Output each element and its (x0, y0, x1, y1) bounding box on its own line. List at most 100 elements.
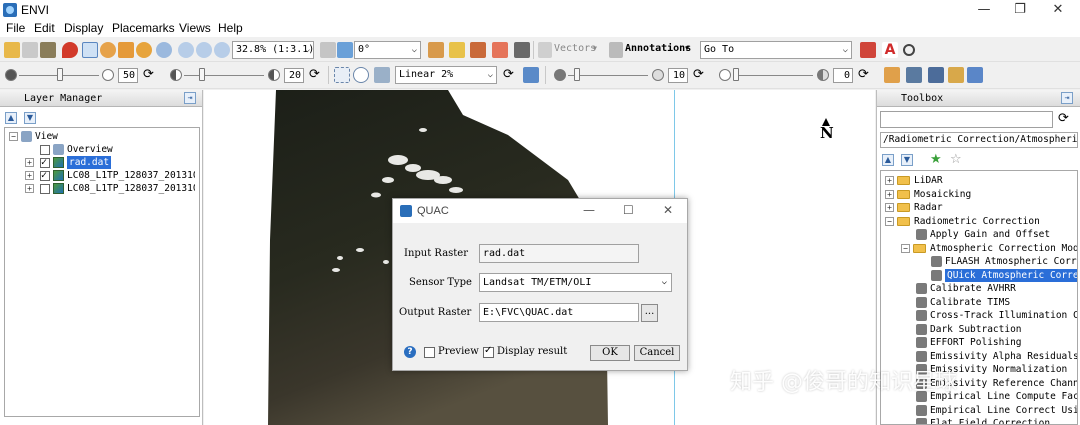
zoom-in-icon[interactable] (178, 42, 194, 58)
browse-button[interactable]: ... (641, 304, 658, 322)
portal-icon[interactable] (884, 67, 900, 83)
roi-icon[interactable] (334, 67, 350, 83)
help-icon[interactable]: ? (404, 346, 416, 358)
close-button[interactable]: ✕ (1040, 0, 1076, 20)
toolbox-item-effort[interactable]: EFFORT Polishing (881, 336, 1077, 349)
toolbox-search-input[interactable] (880, 111, 1053, 128)
view-icon[interactable] (906, 67, 922, 83)
refresh-icon[interactable]: ⟳ (503, 67, 519, 83)
expand-toggle-icon[interactable]: + (885, 203, 894, 212)
transparency-slider-track[interactable] (733, 75, 813, 76)
toolbox-item-calibrate-tims[interactable]: Calibrate TIMS (881, 296, 1077, 309)
close-button[interactable]: ✕ (663, 203, 673, 217)
toolbox-item-quac[interactable]: QUick Atmospheric Correction (881, 268, 1077, 282)
sharpen-value[interactable]: 10 (668, 68, 688, 83)
reset-icon[interactable]: ⟳ (858, 67, 874, 83)
input-raster-field[interactable]: rad.dat (479, 244, 639, 263)
blend-icon[interactable] (967, 67, 983, 83)
zoom-fit-icon[interactable] (214, 42, 230, 58)
sharpen-slider-thumb[interactable] (574, 68, 580, 81)
refresh-icon[interactable]: ⟳ (1058, 111, 1069, 126)
tree-node-lc08-a[interactable]: + LC08_L1TP_128037_20131006_ (5, 169, 195, 182)
search-icon[interactable] (903, 44, 915, 56)
crosshair-icon[interactable] (428, 42, 444, 58)
zoom-out-icon[interactable] (196, 42, 212, 58)
flicker-icon[interactable] (928, 67, 944, 83)
arcgis-icon[interactable]: A (882, 42, 898, 58)
reset-icon[interactable]: ⟳ (309, 67, 325, 83)
collapse-toggle-icon[interactable]: − (901, 243, 910, 253)
open-file-icon[interactable] (4, 42, 20, 58)
expand-toggle-icon[interactable]: + (885, 189, 894, 199)
rotate-icon[interactable] (136, 42, 152, 58)
tree-node-rad-dat[interactable]: + rad.dat (5, 156, 195, 169)
annotations-icon[interactable] (609, 42, 623, 58)
toolbox-item-flaash[interactable]: FLAASH Atmospheric Correction (881, 255, 1077, 268)
sensor-type-select[interactable]: Landsat TM/ETM/OLI ⌵ (479, 273, 672, 292)
contrast-value[interactable]: 20 (284, 68, 304, 83)
toolbox-item-flat-field[interactable]: Flat Field Correction (881, 417, 1077, 424)
placemark-icon[interactable] (62, 42, 78, 58)
histogram-icon[interactable] (523, 67, 539, 83)
measure-icon[interactable] (470, 42, 486, 58)
crosshair-target-icon[interactable] (353, 67, 369, 83)
toolbox-item-dark-subtraction[interactable]: Dark Subtraction (881, 323, 1077, 336)
menu-views[interactable]: Views (179, 21, 211, 35)
select-arrow-icon[interactable] (82, 42, 98, 58)
favorite-star-icon[interactable]: ★ (930, 152, 942, 167)
menu-placemarks[interactable]: Placemarks (112, 21, 175, 35)
go-to-icon[interactable] (860, 42, 876, 58)
panel-dock-icon[interactable]: ⇥ (184, 92, 196, 104)
display-result-checkbox[interactable] (483, 345, 494, 358)
rotate-right-icon[interactable] (337, 42, 353, 58)
brightness-value[interactable]: 50 (118, 68, 138, 83)
expand-all-icon[interactable]: ▼ (901, 154, 913, 166)
expand-toggle-icon[interactable]: + (25, 184, 34, 193)
transparency-value[interactable]: 0 (833, 68, 853, 83)
expand-toggle-icon[interactable]: + (25, 158, 34, 167)
chart-icon[interactable] (492, 42, 508, 58)
toolbox-item-radiometric-correction[interactable]: − Radiometric Correction (881, 215, 1077, 228)
menu-file[interactable]: File (6, 21, 25, 35)
toolbox-item-mosaicking[interactable]: + Mosaicking (881, 188, 1077, 201)
toolbox-item-apply-gain[interactable]: Apply Gain and Offset (881, 228, 1077, 241)
unfavorite-star-icon[interactable]: ☆ (950, 152, 962, 167)
minimize-button[interactable]: — (583, 203, 595, 217)
reset-icon[interactable]: ⟳ (693, 67, 709, 83)
vectors-dropdown[interactable]: Vectors (554, 43, 596, 54)
expand-toggle-icon[interactable]: + (25, 171, 34, 180)
vectors-icon[interactable] (538, 42, 552, 58)
contrast-slider-track[interactable] (184, 75, 264, 76)
collapse-toggle-icon[interactable]: − (885, 216, 894, 226)
layer-visibility-checkbox[interactable] (40, 184, 50, 194)
collapse-toggle-icon[interactable]: − (9, 132, 18, 141)
toolbox-item-calibrate-avhrr[interactable]: Calibrate AVHRR (881, 282, 1077, 295)
restore-button[interactable]: ❐ (1002, 0, 1038, 20)
stretch-combo[interactable]: Linear 2% ⌵ (395, 66, 497, 84)
fly-icon[interactable] (118, 42, 134, 58)
toolbox-item-radar[interactable]: + Radar (881, 201, 1077, 214)
minimize-button[interactable]: — (966, 0, 1002, 20)
menu-edit[interactable]: Edit (34, 21, 55, 35)
menu-display[interactable]: Display (64, 21, 103, 35)
tree-node-view[interactable]: − View (5, 130, 195, 143)
collapse-all-icon[interactable]: ▲ (882, 154, 894, 166)
layer-visibility-checkbox[interactable] (40, 169, 50, 182)
expand-toggle-icon[interactable]: + (885, 176, 894, 185)
transparency-slider-thumb[interactable] (733, 68, 739, 81)
pan-hand-icon[interactable] (100, 42, 116, 58)
toolbox-path-field[interactable]: /Radiometric Correction/Atmospheric Corr… (880, 132, 1078, 148)
rotate-left-icon[interactable] (320, 42, 336, 58)
spectral-profile-icon[interactable] (449, 42, 465, 58)
contrast-slider-thumb[interactable] (199, 68, 205, 81)
collapse-all-icon[interactable]: ▲ (5, 112, 17, 124)
goto-combo[interactable]: Go To ⌵ (700, 41, 852, 59)
data-manager-icon[interactable] (22, 42, 38, 58)
expand-all-icon[interactable]: ▼ (24, 112, 36, 124)
output-raster-field[interactable]: E:\FVC\QUAC.dat (479, 303, 639, 322)
cancel-button[interactable]: Cancel (634, 345, 680, 361)
zoom-combo[interactable]: 32.8% (1:3.1) ⌵ (232, 41, 314, 59)
ok-button[interactable]: OK (590, 345, 630, 361)
toolbox-item-emissivity-alpha[interactable]: Emissivity Alpha Residuals (881, 350, 1077, 363)
tree-node-overview[interactable]: Overview (5, 143, 195, 156)
